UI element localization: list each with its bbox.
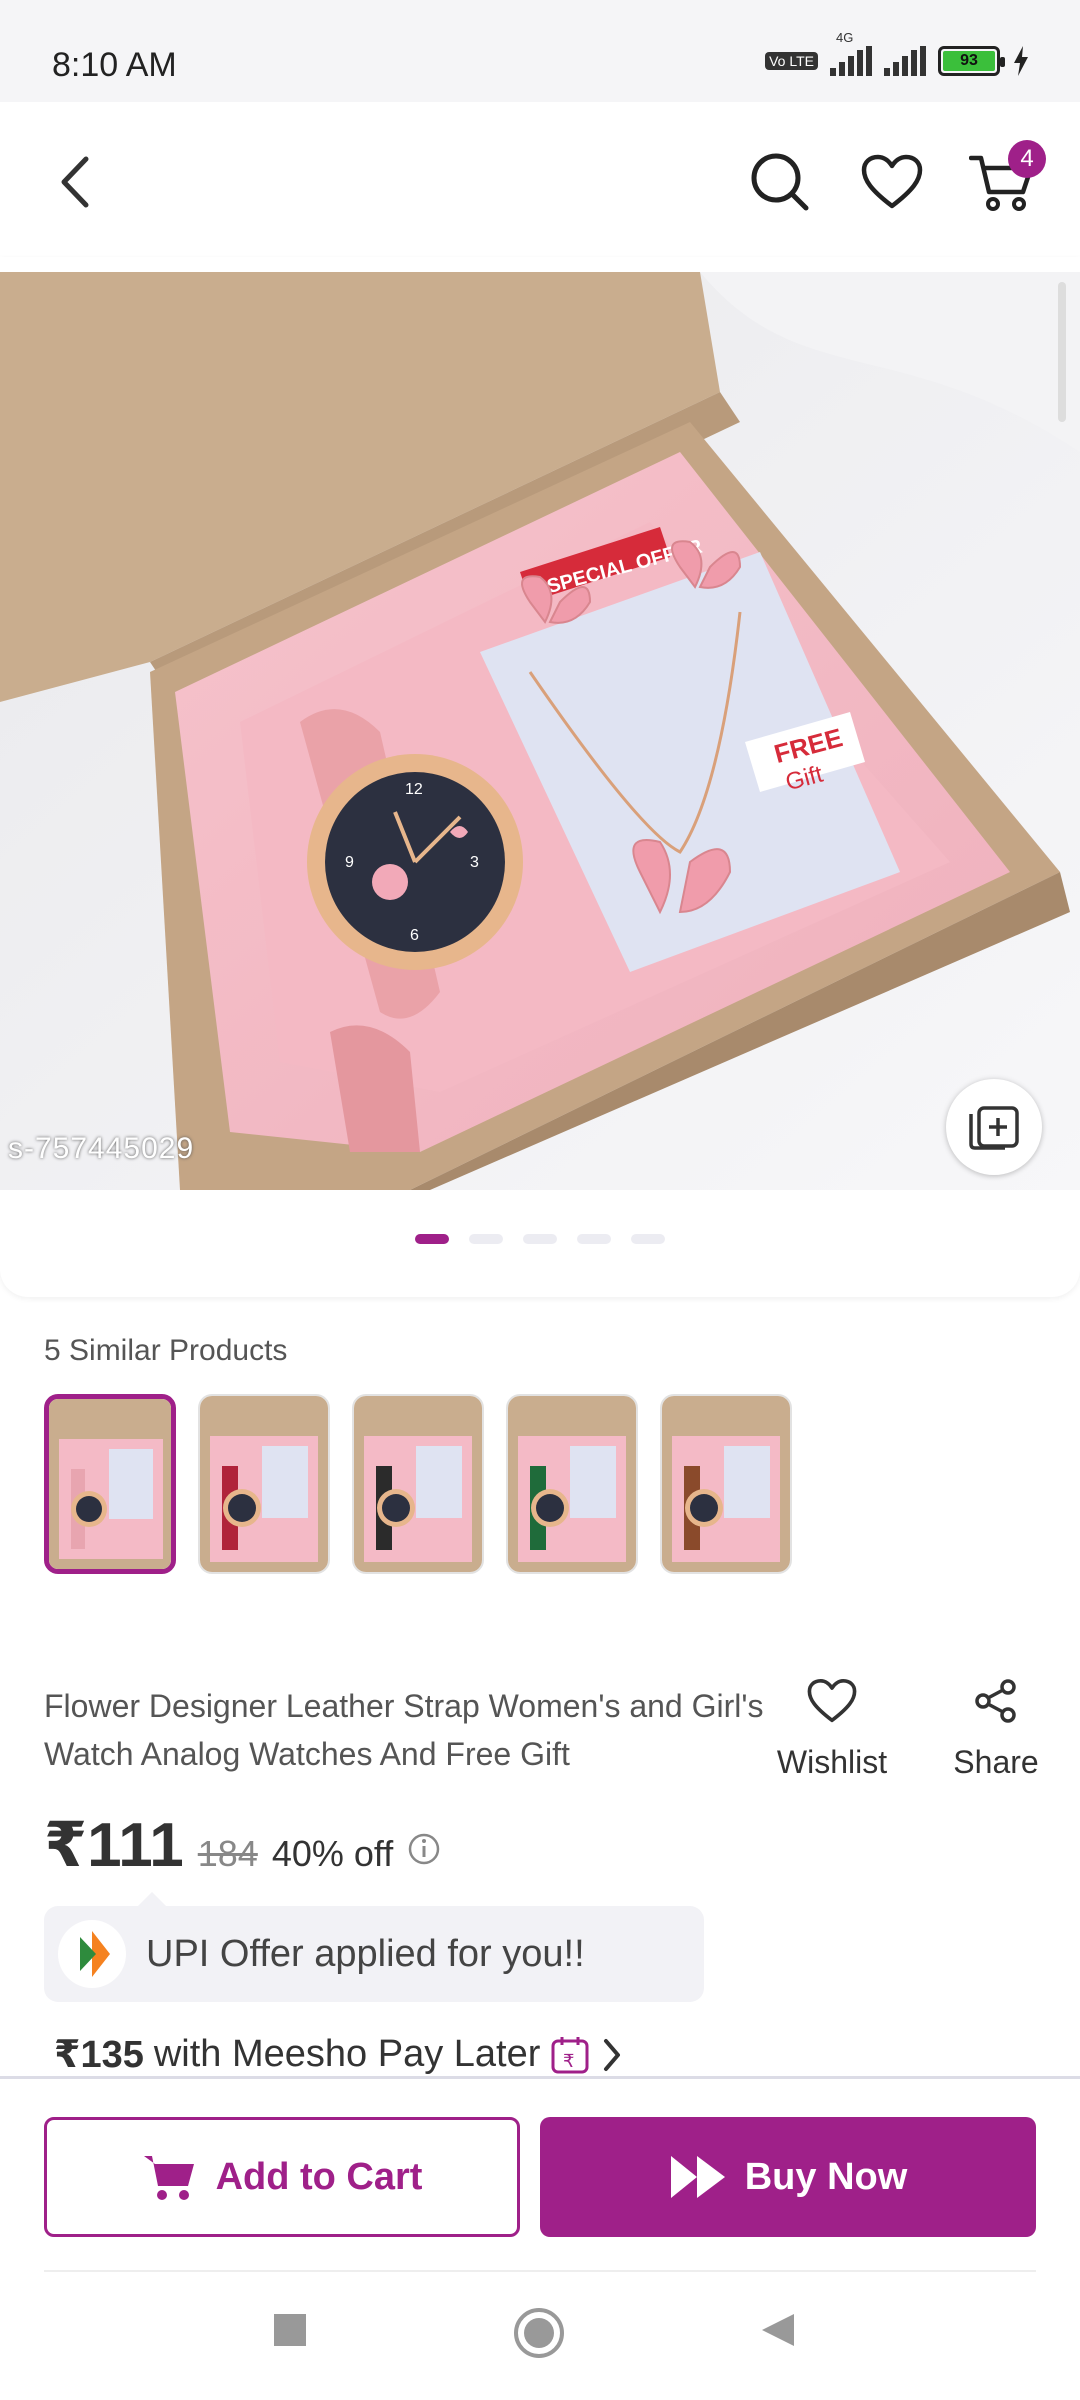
heart-icon: [861, 154, 923, 209]
square-icon: [274, 2314, 306, 2346]
cart-icon: [143, 2156, 194, 2200]
upi-icon: [80, 1931, 110, 1977]
search-icon: [751, 153, 809, 211]
wishlist-label: Wishlist: [776, 1744, 888, 1780]
gallery-pagination: [0, 1234, 1080, 1244]
back-nav-button[interactable]: [760, 2312, 796, 2348]
signal-icon-1: 4G: [830, 30, 872, 76]
pay-later-text: with Meesho Pay Later: [153, 2033, 541, 2075]
chevron-right-icon: [604, 2038, 621, 2071]
buy-now-label: Buy Now: [744, 2155, 908, 2198]
watch-gift-box-image: SPECIAL OFFER FREE Gift 12369: [0, 272, 1080, 1190]
gallery-dot[interactable]: [469, 1234, 503, 1244]
gallery-dot[interactable]: [415, 1234, 449, 1244]
gallery-scroll-indicator: [1058, 282, 1066, 422]
mrp: 184: [197, 1833, 258, 1874]
search-button[interactable]: [740, 142, 820, 222]
charging-icon: [1014, 46, 1028, 76]
cart-button[interactable]: 4: [962, 140, 1046, 222]
add-to-cart-button[interactable]: Add to Cart: [44, 2117, 520, 2237]
similar-product-thumb[interactable]: [352, 1394, 484, 1574]
cart-count-badge: 4: [1008, 140, 1046, 178]
discount: 40% off: [271, 1833, 394, 1874]
similar-product-thumb[interactable]: [506, 1394, 638, 1574]
pay-later-price: ₹135: [54, 2034, 144, 2076]
gallery-dot[interactable]: [577, 1234, 611, 1244]
add-to-collection-icon: [969, 1106, 1019, 1150]
bottom-action-bar: Add to Cart Buy Now: [0, 2076, 1080, 2276]
volte-icon: Vo LTE: [765, 52, 818, 70]
triangle-back-icon: [762, 2314, 794, 2346]
share-label: Share: [953, 1744, 1039, 1780]
add-to-collection-button[interactable]: [946, 1079, 1042, 1175]
pay-later-row[interactable]: ₹135 with Meesho Pay Later ₹: [54, 2032, 624, 2077]
status-time: 8:10 AM: [52, 46, 177, 84]
status-icons: Vo LTE 4G 93: [765, 30, 1030, 76]
price: ₹111: [44, 1811, 184, 1880]
product-image[interactable]: SPECIAL OFFER FREE Gift 12 3 6 9: [0, 272, 1080, 1190]
heart-icon: [807, 1679, 857, 1723]
upi-offer-banner[interactable]: UPI Offer applied for you!!: [44, 1892, 704, 2002]
home-button[interactable]: [512, 2306, 566, 2360]
back-button[interactable]: [36, 142, 116, 222]
status-bar: 8:10 AM Vo LTE 4G 93: [0, 0, 1080, 102]
price-row: ₹111 184 40% off: [44, 1808, 441, 1881]
share-icon: [975, 1679, 1016, 1723]
fast-forward-icon: [670, 2156, 725, 2198]
svg-text:12: 12: [405, 781, 423, 798]
similar-product-thumb[interactable]: [198, 1394, 330, 1574]
upi-logo: [58, 1920, 126, 1988]
share-button[interactable]: Share: [940, 1678, 1052, 1781]
similar-products-list: [44, 1394, 792, 1574]
info-icon[interactable]: [407, 1832, 441, 1866]
svg-text:9: 9: [345, 854, 354, 871]
upi-offer-text: UPI Offer applied for you!!: [146, 1932, 585, 1975]
svg-text:3: 3: [470, 854, 479, 871]
recents-button[interactable]: [272, 2312, 308, 2348]
system-nav-bar: [0, 2272, 1080, 2400]
svg-text:6: 6: [410, 927, 419, 944]
signal-icon-2: [884, 46, 926, 76]
pay-later-calendar-icon: ₹: [551, 2036, 589, 2073]
similar-products-title: 5 Similar Products: [44, 1334, 288, 1367]
network-type-label: 4G: [836, 30, 854, 45]
home-circle-icon: [514, 2308, 564, 2358]
sku-tag: s-757445029: [8, 1132, 195, 1165]
svg-text:₹: ₹: [563, 2051, 574, 2072]
similar-product-thumb[interactable]: [44, 1394, 176, 1574]
app-bar: 4: [0, 102, 1080, 257]
product-title: Flower Designer Leather Strap Women's an…: [44, 1688, 764, 1772]
similar-product-thumb[interactable]: [660, 1394, 792, 1574]
buy-now-button[interactable]: Buy Now: [540, 2117, 1036, 2237]
gallery-dot[interactable]: [523, 1234, 557, 1244]
wishlist-header-button[interactable]: [852, 142, 932, 222]
battery-level: 93: [943, 51, 995, 71]
chevron-left-icon: [61, 156, 89, 208]
wishlist-button[interactable]: Wishlist: [770, 1678, 894, 1781]
add-to-cart-label: Add to Cart: [215, 2155, 423, 2198]
product-gallery[interactable]: SPECIAL OFFER FREE Gift 12 3 6 9 s-75744…: [0, 257, 1080, 1297]
gallery-dot[interactable]: [631, 1234, 665, 1244]
battery-icon: 93: [938, 46, 1005, 76]
